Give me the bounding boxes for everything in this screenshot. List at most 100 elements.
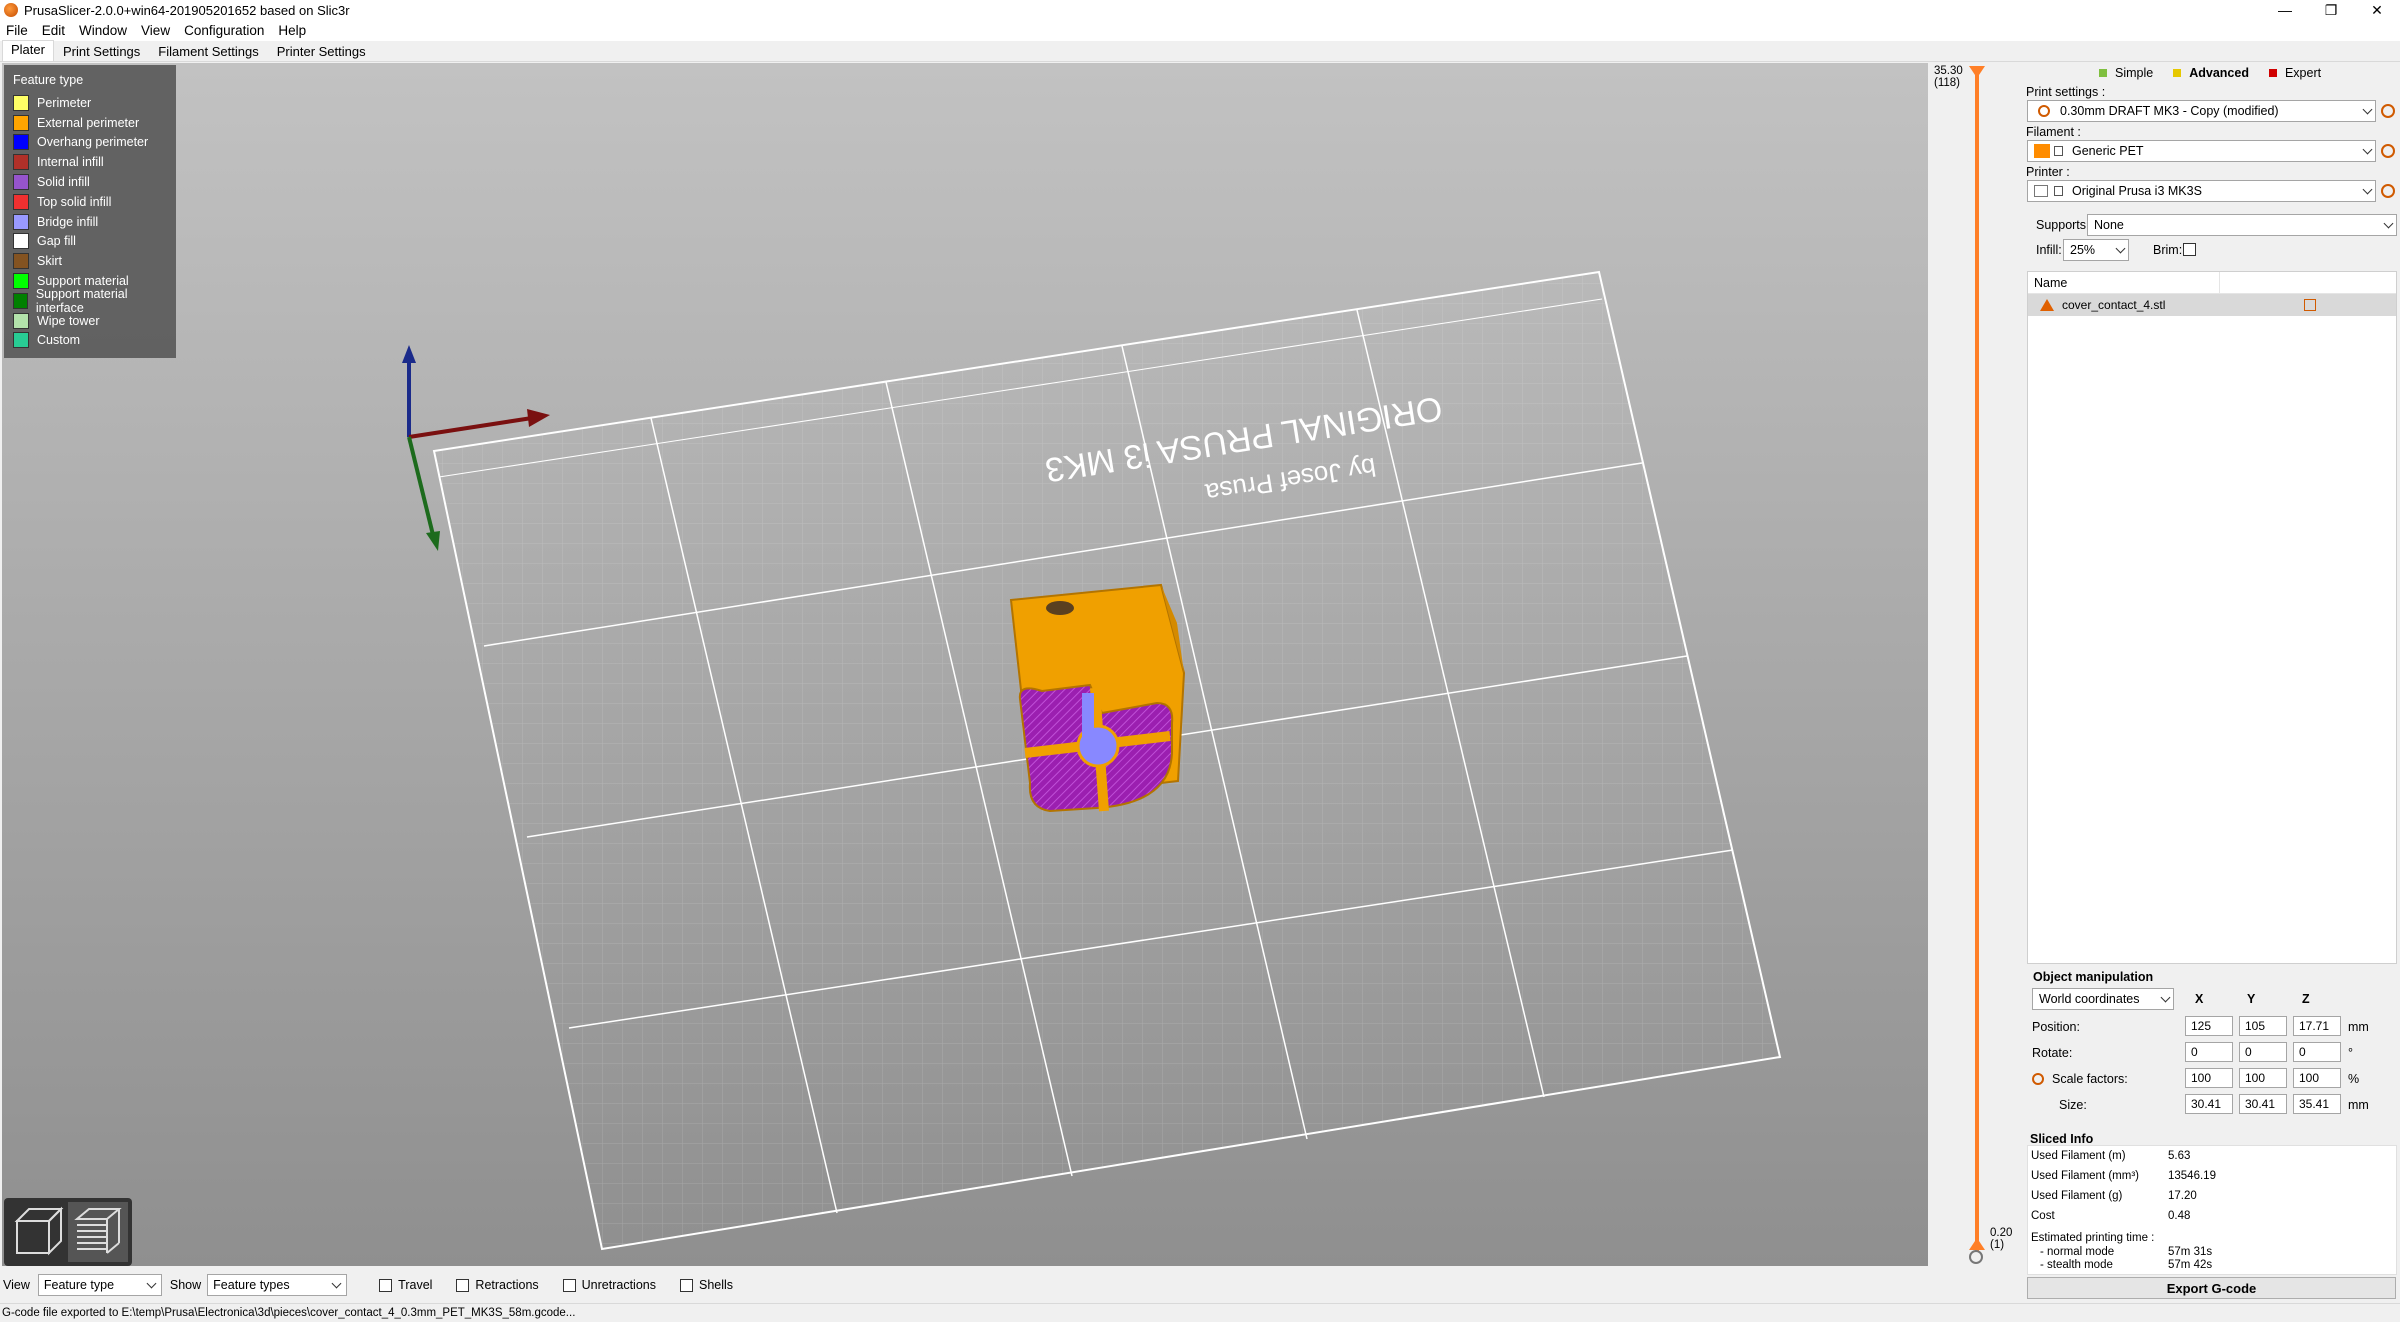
filament-cog-icon[interactable]: [2381, 144, 2395, 158]
list-item[interactable]: cover_contact_4.stl: [2028, 294, 2396, 316]
legend-item: Custom: [13, 331, 167, 351]
shells-checkbox[interactable]: [680, 1278, 693, 1292]
menu-window[interactable]: Window: [73, 23, 135, 38]
mode-advanced[interactable]: Advanced: [2173, 66, 2249, 80]
size-x-input[interactable]: 30.41: [2185, 1094, 2233, 1114]
infill-value: 25%: [2070, 243, 2096, 257]
used-filament-g-value: 17.20: [2168, 1190, 2197, 1202]
menu-help[interactable]: Help: [272, 23, 314, 38]
print-settings-combo[interactable]: 0.30mm DRAFT MK3 - Copy (modified): [2027, 100, 2376, 122]
print-settings-icon: [2038, 105, 2050, 117]
sidebar: Simple Advanced Expert Print settings : …: [2024, 63, 2400, 1303]
chevron-down-icon: [2115, 243, 2126, 254]
normal-mode-value: 57m 31s: [2168, 1246, 2213, 1258]
view-label: View: [3, 1278, 30, 1292]
travel-toggle[interactable]: Travel: [379, 1278, 432, 1292]
coordinate-system-combo[interactable]: World coordinates: [2032, 988, 2174, 1010]
legend-label: Skirt: [37, 254, 62, 269]
menu-configuration[interactable]: Configuration: [178, 23, 272, 38]
printed-object-preview[interactable]: [1009, 583, 1186, 813]
minimize-button[interactable]: —: [2262, 0, 2308, 20]
object-list-header: Name: [2028, 272, 2396, 294]
menu-file[interactable]: File: [0, 23, 36, 38]
object-list[interactable]: Name cover_contact_4.stl: [2027, 271, 2397, 964]
size-y-input[interactable]: 30.41: [2239, 1094, 2287, 1114]
view-type-select[interactable]: Feature type: [37, 1274, 162, 1296]
close-button[interactable]: ✕: [2354, 0, 2400, 20]
layer-slider-track[interactable]: [1975, 71, 1979, 1251]
unretractions-checkbox[interactable]: [562, 1278, 576, 1292]
brim-checkbox[interactable]: [2183, 243, 2196, 256]
layer-slider-cog-icon[interactable]: [1969, 1250, 1983, 1264]
travel-checkbox[interactable]: [379, 1278, 393, 1292]
chevron-down-icon: [146, 1278, 157, 1289]
tab-filament-settings[interactable]: Filament Settings: [149, 42, 267, 61]
menu-edit[interactable]: Edit: [36, 23, 73, 38]
layer-slider-top-thumb[interactable]: [1969, 66, 1985, 78]
lock-icon: [2054, 186, 2063, 196]
travel-label: Travel: [398, 1278, 433, 1292]
used-filament-m-value: 5.63: [2168, 1150, 2191, 1162]
filament-combo[interactable]: Generic PET: [2027, 140, 2376, 162]
mode-simple-dot: [2099, 69, 2107, 77]
position-y-input[interactable]: 105: [2239, 1016, 2287, 1036]
show-features-select[interactable]: Feature types: [207, 1274, 348, 1296]
rotate-x-input[interactable]: 0: [2185, 1042, 2233, 1062]
tab-plater[interactable]: Plater: [2, 40, 54, 61]
tab-printer-settings[interactable]: Printer Settings: [268, 42, 375, 61]
rotate-y-input[interactable]: 0: [2239, 1042, 2287, 1062]
layer-top-readout: 35.30 (118): [1934, 65, 1963, 89]
menu-view[interactable]: View: [135, 23, 178, 38]
brim-label: Brim:: [2153, 243, 2183, 257]
position-z-input[interactable]: 17.71: [2293, 1016, 2341, 1036]
mode-label: Simple: [2115, 66, 2154, 80]
scale-y-input[interactable]: 100: [2239, 1068, 2287, 1088]
legend-swatch: [13, 213, 29, 230]
sliced-info-title: Sliced Info: [2030, 1132, 2094, 1146]
chevron-down-icon: [2362, 104, 2373, 115]
export-gcode-button[interactable]: Export G-code: [2027, 1277, 2396, 1299]
legend-item: Perimeter: [13, 93, 167, 113]
layer-slider-bottom-thumb[interactable]: [1969, 1238, 1985, 1250]
position-x-input[interactable]: 125: [2185, 1016, 2233, 1036]
printer-cog-icon[interactable]: [2381, 184, 2395, 198]
legend-label: Wipe tower: [37, 313, 100, 328]
scale-factors-label: Scale factors:: [2052, 1072, 2128, 1086]
maximize-button[interactable]: ❐: [2308, 0, 2354, 20]
layer-bottom-index: (1): [1990, 1239, 2005, 1251]
supports-label: Supports:: [2036, 218, 2090, 232]
legend-swatch: [13, 154, 29, 171]
supports-combo[interactable]: None: [2087, 214, 2397, 236]
legend-label: Top solid infill: [37, 194, 112, 209]
mode-expert-dot: [2268, 69, 2277, 77]
object-name: cover_contact_4.stl: [2062, 298, 2166, 312]
print-settings-label: Print settings :: [2026, 85, 2106, 99]
tab-print-settings[interactable]: Print Settings: [54, 42, 149, 61]
unretractions-toggle[interactable]: Unretractions: [562, 1278, 656, 1292]
warning-icon: [2040, 299, 2054, 311]
mode-selector: Simple Advanced Expert: [2099, 66, 2321, 80]
layers-icon: [74, 1208, 122, 1254]
menu-bar: File Edit Window View Configuration Help: [0, 20, 2400, 41]
object-list-name-column[interactable]: Name: [2034, 272, 2220, 293]
print-settings-cog-icon[interactable]: [2381, 104, 2395, 118]
retractions-toggle[interactable]: Retractions: [456, 1278, 539, 1292]
mode-simple[interactable]: Simple: [2099, 66, 2153, 80]
size-z-input[interactable]: 35.41: [2293, 1094, 2341, 1114]
edit-icon[interactable]: [2304, 299, 2316, 311]
rotate-z-input[interactable]: 0: [2293, 1042, 2341, 1062]
scale-x-input[interactable]: 100: [2185, 1068, 2233, 1088]
retractions-checkbox[interactable]: [456, 1278, 470, 1292]
printer-combo[interactable]: Original Prusa i3 MK3S: [2027, 180, 2376, 202]
chevron-down-icon: [2383, 218, 2394, 229]
shells-toggle[interactable]: Shells: [680, 1278, 733, 1292]
3d-viewport[interactable]: ORIGINAL PRUSA i3 MK3 by Josef Prusa: [2, 63, 1928, 1266]
infill-combo[interactable]: 25%: [2063, 239, 2129, 261]
preview-layers-button[interactable]: [68, 1202, 128, 1262]
lock-scale-icon[interactable]: [2032, 1073, 2044, 1085]
3d-view-button[interactable]: [8, 1202, 68, 1262]
mode-expert[interactable]: Expert: [2268, 66, 2321, 80]
layer-slider[interactable]: 35.30 (118) 0.20 (1): [1928, 63, 2020, 1266]
scale-z-input[interactable]: 100: [2293, 1068, 2341, 1088]
unretractions-label: Unretractions: [581, 1278, 656, 1292]
